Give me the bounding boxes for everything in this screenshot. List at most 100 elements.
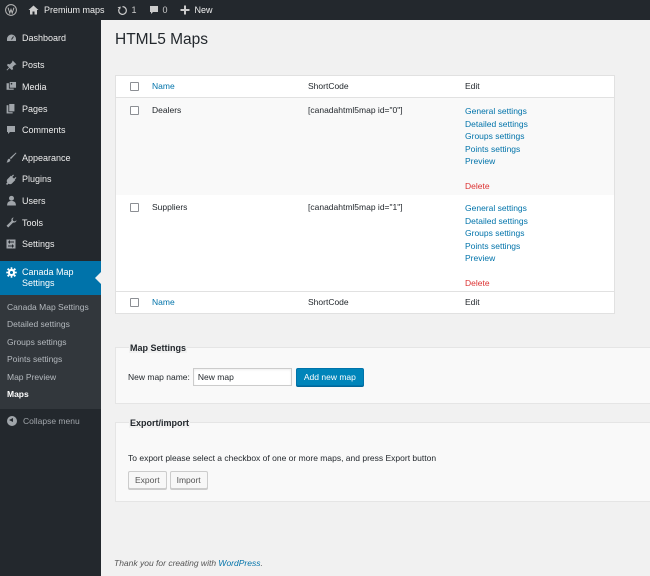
general-settings-link[interactable]: General settings bbox=[465, 105, 614, 118]
export-button[interactable]: Export bbox=[128, 471, 167, 489]
submenu-item-points-settings[interactable]: Points settings bbox=[0, 351, 101, 369]
edit-links: General settings Detailed settings Group… bbox=[465, 105, 614, 192]
edit-column-header: Edit bbox=[465, 81, 480, 91]
main-content: HTML5 Maps Name ShortCode Edit Dealers [… bbox=[101, 20, 650, 576]
sidebar-item-comments[interactable]: Comments bbox=[0, 119, 101, 141]
footer-end: . bbox=[260, 558, 263, 568]
wordpress-link[interactable]: WordPress bbox=[218, 558, 260, 568]
export-import-buttons: Export Import bbox=[128, 471, 211, 489]
sidebar-item-label: Posts bbox=[22, 60, 45, 71]
sidebar-item-media[interactable]: Media bbox=[0, 76, 101, 98]
plug-icon bbox=[5, 173, 17, 185]
sidebar-item-settings[interactable]: Settings bbox=[0, 233, 101, 255]
delete-link[interactable]: Delete bbox=[465, 277, 614, 289]
sidebar-item-dashboard[interactable]: Dashboard bbox=[0, 27, 101, 49]
map-name: Dealers bbox=[152, 105, 182, 115]
dashboard-icon bbox=[5, 32, 17, 44]
new-map-name-input[interactable] bbox=[192, 368, 292, 386]
submenu-item-canada-map-settings[interactable]: Canada Map Settings bbox=[0, 299, 101, 317]
site-name: Premium maps bbox=[44, 5, 105, 15]
gear-icon bbox=[5, 267, 17, 279]
sidebar-item-label: Plugins bbox=[22, 174, 52, 185]
collapse-label: Collapse menu bbox=[23, 415, 80, 426]
wordpress-logo-icon[interactable] bbox=[0, 0, 22, 20]
label-line-2: Settings bbox=[22, 277, 55, 288]
map-shortcode: [canadahtml5map id="0"] bbox=[308, 105, 403, 115]
new-map-form: New map name: Add new map bbox=[128, 368, 364, 386]
map-name: Suppliers bbox=[152, 202, 188, 212]
updates-icon bbox=[117, 5, 128, 16]
users-icon bbox=[5, 195, 17, 207]
table-footer: Name ShortCode Edit bbox=[116, 291, 614, 313]
sidebar-item-users[interactable]: Users bbox=[0, 190, 101, 212]
shortcode-column-footer: ShortCode bbox=[308, 297, 349, 307]
detailed-settings-link[interactable]: Detailed settings bbox=[465, 215, 614, 228]
table-row: Suppliers [canadahtml5map id="1"] Genera… bbox=[116, 195, 614, 291]
admin-footer: Thank you for creating with WordPress. bbox=[114, 558, 263, 568]
sidebar-item-pages[interactable]: Pages bbox=[0, 98, 101, 120]
groups-settings-link[interactable]: Groups settings bbox=[465, 130, 614, 143]
map-shortcode: [canadahtml5map id="1"] bbox=[308, 202, 403, 212]
map-settings-box: Map Settings New map name: Add new map bbox=[115, 343, 650, 404]
sidebar-item-label: Canada Map Settings bbox=[22, 267, 74, 289]
wrench-icon bbox=[5, 217, 17, 229]
media-icon bbox=[5, 81, 17, 93]
submenu-item-detailed-settings[interactable]: Detailed settings bbox=[0, 316, 101, 334]
new-label: New bbox=[194, 5, 213, 15]
export-import-box: Export/import To export please select a … bbox=[115, 418, 650, 502]
submenu-item-maps[interactable]: Maps bbox=[0, 386, 101, 404]
footer-text: Thank you for creating with bbox=[114, 558, 219, 568]
admin-sidebar: Dashboard Posts Media Pages Comments App… bbox=[0, 20, 101, 576]
pushpin-icon bbox=[5, 59, 17, 71]
updates-link[interactable]: 1 bbox=[111, 0, 143, 20]
export-import-title: Export/import bbox=[129, 418, 191, 428]
new-content-link[interactable]: New bbox=[174, 0, 219, 20]
submenu-item-groups-settings[interactable]: Groups settings bbox=[0, 334, 101, 352]
comment-icon bbox=[149, 5, 159, 15]
row-checkbox[interactable] bbox=[129, 203, 139, 212]
detailed-settings-link[interactable]: Detailed settings bbox=[465, 118, 614, 131]
preview-link[interactable]: Preview bbox=[465, 252, 614, 265]
comment-icon bbox=[5, 124, 17, 136]
submenu: Canada Map Settings Detailed settings Gr… bbox=[0, 294, 101, 409]
plus-icon bbox=[180, 5, 190, 15]
sidebar-item-plugins[interactable]: Plugins bbox=[0, 169, 101, 191]
groups-settings-link[interactable]: Groups settings bbox=[465, 227, 614, 240]
select-all-checkbox[interactable] bbox=[129, 82, 139, 91]
table-row: Dealers [canadahtml5map id="0"] General … bbox=[116, 98, 614, 195]
updates-count: 1 bbox=[131, 5, 137, 15]
add-new-map-button[interactable]: Add new map bbox=[295, 368, 364, 386]
home-icon bbox=[28, 5, 39, 15]
sidebar-item-appearance[interactable]: Appearance bbox=[0, 147, 101, 169]
sidebar-item-label: Users bbox=[22, 195, 46, 206]
table-header: Name ShortCode Edit bbox=[116, 76, 614, 98]
sidebar-item-canada-map-settings[interactable]: Canada Map Settings bbox=[0, 260, 101, 295]
shortcode-column-header: ShortCode bbox=[308, 81, 349, 91]
collapse-menu-button[interactable]: Collapse menu bbox=[0, 409, 101, 433]
collapse-icon bbox=[7, 415, 17, 426]
maps-table: Name ShortCode Edit Dealers [canadahtml5… bbox=[115, 75, 615, 314]
admin-bar: Premium maps 1 0 New bbox=[0, 0, 650, 20]
label-line-1: Canada Map bbox=[22, 266, 74, 277]
preview-link[interactable]: Preview bbox=[465, 155, 614, 168]
edit-links: General settings Detailed settings Group… bbox=[465, 202, 614, 289]
sidebar-item-posts[interactable]: Posts bbox=[0, 55, 101, 77]
sidebar-item-tools[interactable]: Tools bbox=[0, 212, 101, 234]
import-button[interactable]: Import bbox=[169, 471, 208, 489]
name-column-header[interactable]: Name bbox=[152, 81, 308, 92]
comments-count: 0 bbox=[162, 5, 168, 15]
points-settings-link[interactable]: Points settings bbox=[465, 143, 614, 156]
comments-link[interactable]: 0 bbox=[143, 0, 174, 20]
delete-link[interactable]: Delete bbox=[465, 180, 614, 192]
name-column-footer[interactable]: Name bbox=[152, 297, 308, 308]
pages-icon bbox=[5, 103, 17, 115]
sidebar-item-label: Settings bbox=[22, 239, 55, 250]
select-all-checkbox-footer[interactable] bbox=[129, 298, 139, 307]
site-name-link[interactable]: Premium maps bbox=[22, 0, 111, 20]
submenu-item-map-preview[interactable]: Map Preview bbox=[0, 369, 101, 387]
points-settings-link[interactable]: Points settings bbox=[465, 240, 614, 253]
general-settings-link[interactable]: General settings bbox=[465, 202, 614, 215]
sidebar-item-label: Pages bbox=[22, 103, 48, 114]
row-checkbox[interactable] bbox=[129, 106, 139, 115]
map-settings-title: Map Settings bbox=[129, 343, 188, 353]
